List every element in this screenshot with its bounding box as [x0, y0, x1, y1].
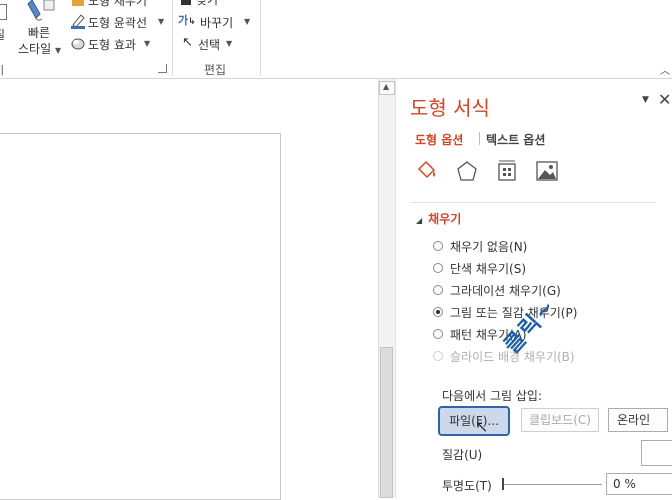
online-button[interactable]: 온라인: [608, 408, 668, 432]
shape-fill-label: 도형 채우기: [88, 0, 148, 8]
texture-dropdown[interactable]: [641, 440, 672, 466]
transparency-slider[interactable]: [502, 478, 602, 490]
chevron-down-icon: ▼: [144, 39, 151, 48]
format-shape-pane: 도형 서식 ▼ ✕ 도형 옵션 텍스트 옵션 ◢ 채우기 채우기 없음(N) 단색…: [395, 79, 672, 498]
vertical-scrollbar[interactable]: ▲: [378, 79, 396, 498]
radio-button[interactable]: [433, 263, 443, 273]
fill-option-none[interactable]: 채우기 없음(N): [433, 235, 653, 257]
replace-button[interactable]: 가↳ 바꾸기 ▼: [178, 12, 254, 30]
dialog-launcher-icon[interactable]: [158, 64, 167, 73]
online-button-label: 온라인: [617, 413, 651, 427]
slide-canvas[interactable]: [0, 133, 281, 500]
select-button[interactable]: ↖ 선택 ▼: [178, 35, 238, 53]
expand-triangle-icon: ◢: [416, 216, 423, 225]
find-label: 찾기: [196, 0, 219, 7]
fill-option-label: 단색 채우기(S): [450, 261, 526, 276]
radio-button-selected[interactable]: [433, 307, 443, 317]
file-button[interactable]: 파일(F)...: [438, 406, 510, 436]
find-button[interactable]: 찾기: [178, 0, 248, 7]
paint-bucket-icon: [417, 160, 436, 179]
transparency-slider-thumb[interactable]: [502, 478, 504, 490]
shape-effects-label: 도형 효과: [88, 38, 136, 52]
size-properties-icon: [498, 160, 516, 181]
edit-group-label: 편집: [204, 63, 227, 77]
fill-option-label: 채우기 없음(N): [450, 239, 528, 254]
partial-group-label: 기: [0, 62, 4, 78]
quick-style-button[interactable]: 빠른 스타일 ▼: [16, 0, 64, 60]
quick-style-brush-icon: [27, 0, 55, 21]
shape-effects-button[interactable]: 도형 효과 ▼: [68, 35, 168, 53]
shape-fill-button[interactable]: 도형 채우기: [68, 0, 168, 10]
chevron-down-icon: ▼: [226, 39, 233, 48]
group-divider: [172, 0, 173, 76]
picture-tab-icon[interactable]: [534, 159, 560, 183]
chevron-down-icon: ▼: [244, 17, 251, 26]
quick-style-label-2: 스타일 ▼: [18, 42, 62, 56]
shape-outline-button[interactable]: 도형 윤곽선 ▼: [68, 12, 168, 30]
select-label: 선택: [198, 38, 221, 52]
group-divider: [260, 0, 261, 76]
radio-button[interactable]: [433, 329, 443, 339]
file-button-label: 파일(F)...: [449, 414, 499, 428]
tab-divider: [479, 132, 480, 145]
fill-option-slide-background: 슬라이드 배경 채우기(B): [433, 345, 653, 367]
effects-tab-icon[interactable]: [454, 159, 480, 183]
quick-style-label-1: 빠른: [28, 26, 51, 40]
replace-label: 바꾸기: [200, 16, 234, 30]
paint-bucket-icon: [72, 0, 84, 6]
shape-effects-icon: [71, 38, 85, 50]
size-properties-tab-icon[interactable]: [494, 159, 520, 183]
transparency-value-input[interactable]: 0 %: [606, 473, 672, 495]
chevron-down-icon: ▼: [158, 17, 165, 26]
insert-from-label: 다음에서 그림 삽입:: [442, 389, 542, 403]
radio-button-disabled: [433, 351, 443, 361]
texture-label: 질감(U): [442, 448, 483, 462]
fill-line-tab-icon[interactable]: [414, 159, 440, 183]
chevron-up-icon[interactable]: ︿: [660, 62, 670, 77]
radio-button[interactable]: [433, 241, 443, 251]
find-icon: [181, 0, 191, 5]
picture-icon: [536, 161, 558, 181]
mouse-cursor-icon: ↖: [475, 417, 489, 436]
pentagon-icon: [457, 161, 477, 181]
fill-option-solid[interactable]: 단색 채우기(S): [433, 257, 653, 279]
shape-outline-label: 도형 윤곽선: [88, 16, 148, 30]
fill-section-title: 채우기: [428, 212, 462, 226]
partial-gallery-icon[interactable]: [0, 4, 7, 20]
pane-options-dropdown-icon[interactable]: ▼: [642, 95, 649, 105]
ribbon: 질 기 빠른 스타일 ▼ 도형 채우기 도형 윤곽선 ▼ 도형 효과 ▼ 찾기 …: [0, 0, 672, 79]
chevron-down-icon: ▼: [54, 46, 62, 55]
replace-icon: 가↳: [178, 14, 196, 27]
transparency-label: 투명도(T): [442, 479, 492, 493]
partial-label: 질: [0, 26, 5, 43]
scroll-thumb[interactable]: [380, 347, 393, 498]
pen-outline-icon: [71, 14, 85, 29]
tab-text-options[interactable]: 텍스트 옵션: [486, 131, 545, 148]
pane-title: 도형 서식: [410, 96, 490, 120]
fill-section-header[interactable]: ◢ 채우기: [416, 210, 461, 227]
tab-shape-options[interactable]: 도형 옵션: [415, 131, 463, 148]
clipboard-button: 클립보드(C): [521, 408, 599, 432]
section-divider: [410, 202, 656, 203]
scroll-up-button[interactable]: ▲: [379, 81, 395, 95]
close-icon[interactable]: ✕: [658, 90, 671, 109]
transparency-value: 0 %: [613, 477, 636, 491]
select-cursor-icon: ↖: [182, 35, 193, 50]
clipboard-button-label: 클립보드(C): [529, 413, 591, 427]
radio-button[interactable]: [433, 285, 443, 295]
